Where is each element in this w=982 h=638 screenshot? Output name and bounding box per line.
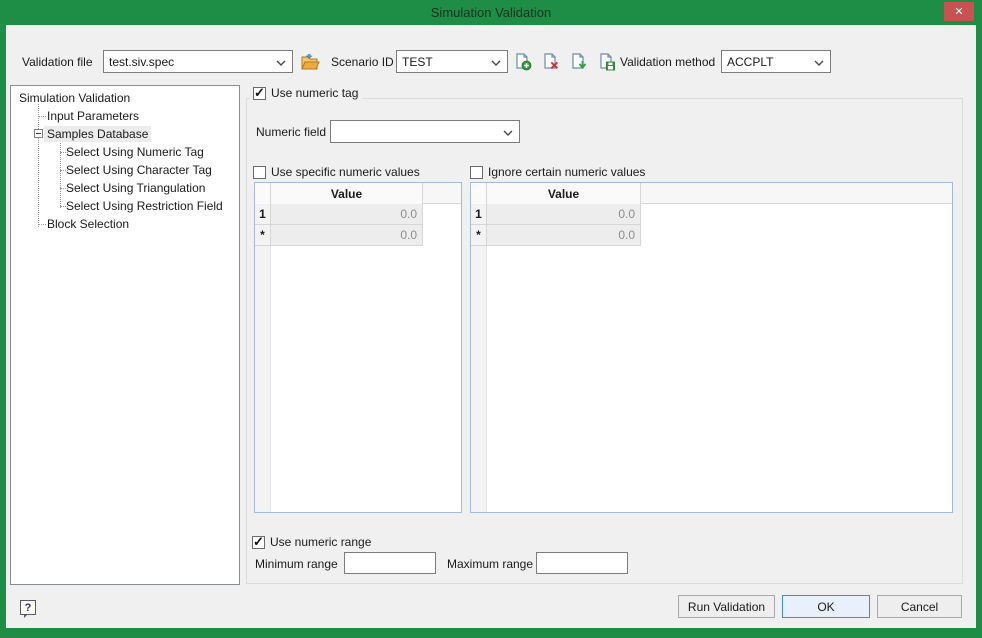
chevron-down-icon xyxy=(276,60,286,66)
checkbox-unchecked-icon[interactable] xyxy=(253,166,266,179)
chevron-down-icon xyxy=(503,130,513,136)
add-scenario-icon xyxy=(514,53,532,71)
tree-item-samples-database[interactable]: Samples Database xyxy=(11,125,239,143)
tree-item-input-parameters[interactable]: Input Parameters xyxy=(11,107,239,125)
numeric-field-combobox[interactable] xyxy=(330,120,520,143)
table-row[interactable]: * 0.0 xyxy=(255,225,461,246)
row-header-gutter xyxy=(471,246,487,512)
use-numeric-tag-checkbox[interactable]: Use numeric tag xyxy=(249,86,362,100)
delete-scenario-icon xyxy=(542,53,560,71)
tree-item-select-using-character-tag[interactable]: Select Using Character Tag xyxy=(11,161,239,179)
row-header: 1 xyxy=(255,204,271,225)
minimum-range-label: Minimum range xyxy=(255,557,338,571)
import-scenario-icon xyxy=(570,53,588,71)
collapse-expander-icon[interactable] xyxy=(34,129,43,138)
chevron-down-icon xyxy=(491,60,501,66)
maximum-range-input[interactable] xyxy=(536,552,628,574)
use-specific-numeric-values-label: Use specific numeric values xyxy=(271,165,420,179)
checkbox-checked-icon[interactable] xyxy=(252,536,265,549)
value-column-header: Value xyxy=(271,183,423,204)
table-row[interactable]: * 0.0 xyxy=(471,225,952,246)
scenario-id-combobox[interactable]: TEST xyxy=(396,50,508,73)
run-validation-button[interactable]: Run Validation xyxy=(678,595,775,618)
validation-method-label: Validation method xyxy=(620,55,715,69)
delete-scenario-button[interactable] xyxy=(540,51,562,73)
validation-method-value: ACCPLT xyxy=(727,55,773,69)
navigation-tree: Simulation Validation Input Parameters S… xyxy=(10,85,240,585)
scenario-id-value: TEST xyxy=(402,55,433,69)
row-header: * xyxy=(471,225,487,246)
use-numeric-tag-label: Use numeric tag xyxy=(271,86,358,100)
checkbox-unchecked-icon[interactable] xyxy=(470,166,483,179)
close-icon: ✕ xyxy=(954,5,963,18)
row-header: * xyxy=(255,225,271,246)
value-cell[interactable]: 0.0 xyxy=(271,225,423,246)
table-corner-cell xyxy=(255,183,271,204)
import-scenario-button[interactable] xyxy=(568,51,590,73)
use-numeric-range-checkbox[interactable]: Use numeric range xyxy=(252,535,371,549)
window-title: Simulation Validation xyxy=(431,5,551,20)
table-row[interactable]: 1 0.0 xyxy=(255,204,461,225)
specific-values-table[interactable]: Value 1 0.0 * 0.0 xyxy=(254,182,462,513)
validation-file-combobox[interactable]: test.siv.spec xyxy=(103,50,293,73)
value-cell[interactable]: 0.0 xyxy=(271,204,423,225)
close-button[interactable]: ✕ xyxy=(944,2,974,21)
titlebar: Simulation Validation xyxy=(0,0,982,25)
add-scenario-button[interactable] xyxy=(512,51,534,73)
validation-file-value: test.siv.spec xyxy=(109,55,174,69)
checkbox-checked-icon[interactable] xyxy=(253,87,266,100)
open-file-button[interactable] xyxy=(299,51,321,73)
validation-file-label: Validation file xyxy=(22,55,93,69)
value-cell[interactable]: 0.0 xyxy=(487,225,641,246)
tree-item-select-using-restriction-field[interactable]: Select Using Restriction Field xyxy=(11,197,239,215)
tree-item-block-selection[interactable]: Block Selection xyxy=(11,215,239,233)
save-scenario-icon xyxy=(598,53,616,71)
value-column-header: Value xyxy=(487,183,641,204)
value-cell[interactable]: 0.0 xyxy=(487,204,641,225)
help-button[interactable]: ? xyxy=(20,600,36,615)
use-numeric-range-label: Use numeric range xyxy=(270,535,371,549)
chevron-down-icon xyxy=(814,60,824,66)
row-header: 1 xyxy=(471,204,487,225)
table-header-row: Value xyxy=(471,183,952,204)
tree-item-select-using-triangulation[interactable]: Select Using Triangulation xyxy=(11,179,239,197)
cancel-button[interactable]: Cancel xyxy=(877,595,962,618)
table-row[interactable]: 1 0.0 xyxy=(471,204,952,225)
open-folder-icon xyxy=(301,54,320,71)
ignore-certain-numeric-values-label: Ignore certain numeric values xyxy=(488,165,645,179)
help-icon: ? xyxy=(25,602,32,614)
use-specific-numeric-values-checkbox[interactable]: Use specific numeric values xyxy=(253,165,420,179)
row-header-gutter xyxy=(255,246,271,512)
tree-item-select-using-numeric-tag[interactable]: Select Using Numeric Tag xyxy=(11,143,239,161)
ok-button[interactable]: OK xyxy=(782,595,870,618)
ignore-certain-numeric-values-checkbox[interactable]: Ignore certain numeric values xyxy=(470,165,645,179)
maximum-range-label: Maximum range xyxy=(447,557,533,571)
validation-method-combobox[interactable]: ACCPLT xyxy=(721,50,831,73)
ignore-values-table[interactable]: Value 1 0.0 * 0.0 xyxy=(470,182,953,513)
scenario-id-label: Scenario ID xyxy=(331,55,394,69)
table-header-row: Value xyxy=(255,183,461,204)
save-scenario-button[interactable] xyxy=(596,51,618,73)
tree-item-simulation-validation[interactable]: Simulation Validation xyxy=(11,89,239,107)
table-corner-cell xyxy=(471,183,487,204)
numeric-field-label: Numeric field xyxy=(256,125,326,139)
minimum-range-input[interactable] xyxy=(344,552,436,574)
